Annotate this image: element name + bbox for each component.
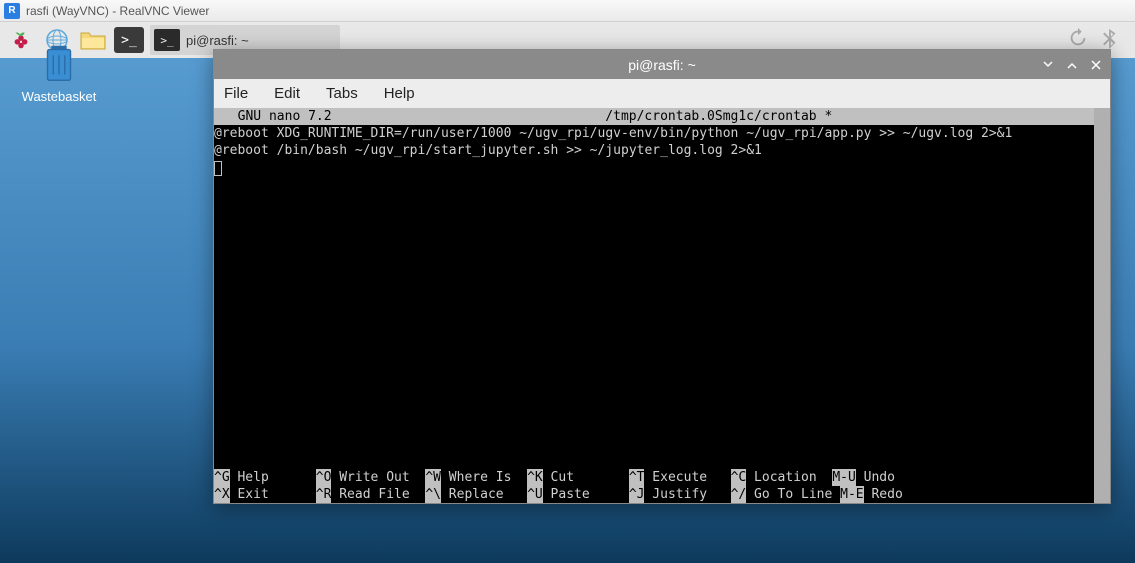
nano-filename: /tmp/crontab.0Smg1c/crontab * (332, 108, 1106, 125)
shortcut-key: ^\ (425, 486, 441, 503)
menu-file[interactable]: File (220, 82, 252, 105)
shortcut-key: ^K (527, 469, 543, 486)
nano-titlebar: GNU nano 7.2 /tmp/crontab.0Smg1c/crontab… (214, 108, 1110, 125)
terminal-menubar: File Edit Tabs Help (214, 79, 1110, 108)
scrollbar[interactable] (1094, 108, 1110, 503)
shortcut-key: M-E (840, 486, 863, 503)
shortcut-label: Exit (230, 486, 316, 503)
menu-edit[interactable]: Edit (270, 82, 304, 105)
terminal-body[interactable]: GNU nano 7.2 /tmp/crontab.0Smg1c/crontab… (214, 108, 1110, 503)
nano-shortcut-bar: ^G Help ^O Write Out ^W Where Is ^K Cut … (214, 469, 1094, 503)
shortcut-label: Paste (543, 486, 629, 503)
nano-content[interactable]: @reboot XDG_RUNTIME_DIR=/run/user/1000 ~… (214, 125, 1110, 176)
window-title: pi@rasfi: ~ (628, 57, 696, 73)
file-line: @reboot XDG_RUNTIME_DIR=/run/user/1000 ~… (214, 125, 1110, 142)
shortcut-label: Where Is (441, 469, 527, 486)
shortcut-label: Execute (644, 469, 730, 486)
wastebasket-icon[interactable]: Wastebasket (14, 40, 104, 104)
task-label: pi@rasfi: ~ (186, 33, 249, 48)
scroll-thumb[interactable] (1094, 108, 1110, 503)
maximize-button[interactable] (1062, 55, 1082, 75)
shortcut-label: Location (746, 469, 832, 486)
terminal-launcher-icon[interactable]: >_ (114, 27, 144, 53)
shortcut-label: Replace (441, 486, 527, 503)
shortcut-key: ^W (425, 469, 441, 486)
shortcut-label: Undo (856, 469, 895, 486)
shortcut-key: ^X (214, 486, 230, 503)
shortcut-key: ^T (629, 469, 645, 486)
shortcut-key: ^O (316, 469, 332, 486)
shortcut-key: ^J (629, 486, 645, 503)
menu-help[interactable]: Help (380, 82, 419, 105)
desktop: >_ >_ pi@rasfi: ~ Wastebasket pi@rasfi: … (0, 22, 1135, 563)
shortcut-key: M-U (832, 469, 855, 486)
vnc-title: rasfi (WayVNC) - RealVNC Viewer (26, 4, 209, 18)
shortcut-key: ^G (214, 469, 230, 486)
shortcut-key: ^C (731, 469, 747, 486)
terminal-mini-icon: >_ (154, 29, 180, 51)
nano-version: GNU nano 7.2 (214, 108, 332, 125)
window-titlebar[interactable]: pi@rasfi: ~ (214, 50, 1110, 79)
shortcut-label: Justify (644, 486, 730, 503)
shortcut-key: ^R (316, 486, 332, 503)
wastebasket-label: Wastebasket (14, 89, 104, 104)
terminal-window: pi@rasfi: ~ File Edit Tabs Help GNU nano… (213, 49, 1111, 504)
shortcut-label: Redo (864, 486, 903, 503)
file-line: @reboot /bin/bash ~/ugv_rpi/start_jupyte… (214, 142, 1110, 159)
shortcut-label: Go To Line (746, 486, 840, 503)
shortcut-label: Write Out (331, 469, 425, 486)
shortcut-key: ^/ (731, 486, 747, 503)
shortcut-label: Read File (331, 486, 425, 503)
minimize-button[interactable] (1038, 55, 1058, 75)
shortcut-label: Cut (543, 469, 629, 486)
shortcut-label: Help (230, 469, 316, 486)
vnc-logo-icon: R (4, 3, 20, 19)
cursor-icon (214, 161, 222, 176)
menu-tabs[interactable]: Tabs (322, 82, 362, 105)
shortcut-key: ^U (527, 486, 543, 503)
close-button[interactable] (1086, 55, 1106, 75)
vnc-titlebar: R rasfi (WayVNC) - RealVNC Viewer (0, 0, 1135, 22)
